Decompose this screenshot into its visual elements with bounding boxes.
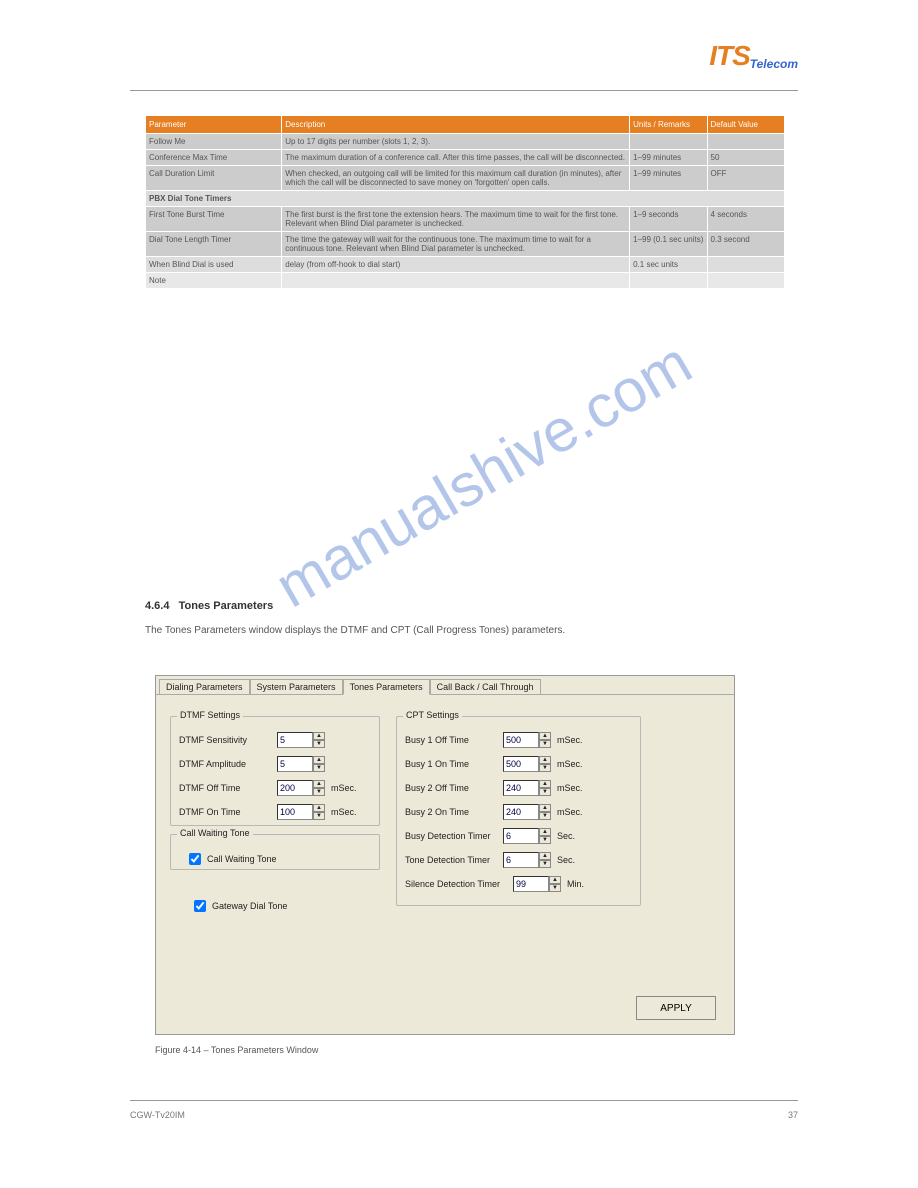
call-waiting-group: Call Waiting Tone Call Waiting Tone — [170, 834, 380, 870]
tone-det-input[interactable] — [503, 852, 539, 868]
th-default: Default Value — [708, 116, 784, 133]
tab-dialing[interactable]: Dialing Parameters — [159, 679, 250, 694]
spin-down-icon[interactable]: ▼ — [539, 812, 551, 820]
spin-down-icon[interactable]: ▼ — [539, 788, 551, 796]
th-description: Description — [282, 116, 629, 133]
table-row: Conference Max Time The maximum duration… — [146, 150, 784, 165]
spin-down-icon[interactable]: ▼ — [313, 788, 325, 796]
table-header-row: Parameter Description Units / Remarks De… — [146, 116, 784, 133]
tones-parameters-panel: Dialing Parameters System Parameters Ton… — [155, 675, 735, 1035]
dtmf-sensitivity-row: DTMF Sensitivity ▲▼ — [179, 731, 371, 749]
spin-down-icon[interactable]: ▼ — [539, 860, 551, 868]
dtmf-settings-group: DTMF Settings DTMF Sensitivity ▲▼ DTMF A… — [170, 716, 380, 826]
spin-up-icon[interactable]: ▲ — [313, 756, 325, 764]
gateway-dialtone-label: Gateway Dial Tone — [212, 901, 287, 911]
tab-strip: Dialing Parameters System Parameters Ton… — [156, 676, 734, 695]
figure-caption: Figure 4-14 – Tones Parameters Window — [155, 1045, 318, 1055]
table-row: Note — [146, 273, 784, 288]
spin-up-icon[interactable]: ▲ — [549, 876, 561, 884]
spin-up-icon[interactable]: ▲ — [539, 828, 551, 836]
busy-det-input[interactable] — [503, 828, 539, 844]
logo-its: ITS — [709, 40, 750, 71]
watermark: manualshive.com — [264, 328, 703, 621]
spin-up-icon[interactable]: ▲ — [539, 804, 551, 812]
th-units: Units / Remarks — [630, 116, 706, 133]
table-row: First Tone Burst Time The first burst is… — [146, 207, 784, 231]
busy1-off-input[interactable] — [503, 732, 539, 748]
spin-up-icon[interactable]: ▲ — [539, 732, 551, 740]
busy2-off-input[interactable] — [503, 780, 539, 796]
dtmf-off-row: DTMF Off Time ▲▼ mSec. — [179, 779, 371, 797]
dtmf-on-row: DTMF On Time ▲▼ mSec. — [179, 803, 371, 821]
dtmf-settings-label: DTMF Settings — [177, 710, 243, 720]
dtmf-sensitivity-input[interactable] — [277, 732, 313, 748]
table-row: Dial Tone Length Timer The time the gate… — [146, 232, 784, 256]
divider-bottom — [130, 1100, 798, 1101]
dtmf-amplitude-row: DTMF Amplitude ▲▼ — [179, 755, 371, 773]
table-row: Follow Me Up to 17 digits per number (sl… — [146, 134, 784, 149]
section-description: The Tones Parameters window displays the… — [145, 625, 745, 636]
spin-up-icon[interactable]: ▲ — [539, 780, 551, 788]
parameters-table: Parameter Description Units / Remarks De… — [145, 115, 785, 289]
spin-up-icon[interactable]: ▲ — [539, 756, 551, 764]
th-parameter: Parameter — [146, 116, 281, 133]
cwt-check-label: Call Waiting Tone — [207, 854, 277, 864]
apply-button[interactable]: APPLY — [636, 996, 716, 1020]
spin-down-icon[interactable]: ▼ — [539, 764, 551, 772]
spin-up-icon[interactable]: ▲ — [313, 732, 325, 740]
spin-down-icon[interactable]: ▼ — [313, 764, 325, 772]
table-row: When Blind Dial is used delay (from off-… — [146, 257, 784, 272]
logo-telecom: Telecom — [750, 57, 798, 71]
cpt-settings-group: CPT Settings Busy 1 Off Time▲▼mSec. Busy… — [396, 716, 641, 906]
footer-left: CGW-Tv20IM — [130, 1110, 185, 1120]
table-section-row: PBX Dial Tone Timers — [146, 191, 784, 206]
spin-up-icon[interactable]: ▲ — [539, 852, 551, 860]
spin-down-icon[interactable]: ▼ — [313, 812, 325, 820]
cwt-label: Call Waiting Tone — [177, 828, 253, 838]
dtmf-amplitude-input[interactable] — [277, 756, 313, 772]
busy1-on-input[interactable] — [503, 756, 539, 772]
busy2-on-input[interactable] — [503, 804, 539, 820]
gateway-dialtone-checkbox[interactable] — [194, 900, 206, 912]
table-row: Call Duration Limit When checked, an out… — [146, 166, 784, 190]
tab-tones[interactable]: Tones Parameters — [343, 679, 430, 695]
dtmf-off-input[interactable] — [277, 780, 313, 796]
spin-down-icon[interactable]: ▼ — [539, 836, 551, 844]
tab-system[interactable]: System Parameters — [250, 679, 343, 694]
spin-down-icon[interactable]: ▼ — [549, 884, 561, 892]
logo: ITSTelecom — [709, 40, 798, 72]
cpt-label: CPT Settings — [403, 710, 462, 720]
spin-up-icon[interactable]: ▲ — [313, 804, 325, 812]
silence-det-input[interactable] — [513, 876, 549, 892]
dtmf-on-input[interactable] — [277, 804, 313, 820]
tab-callback[interactable]: Call Back / Call Through — [430, 679, 541, 694]
spin-up-icon[interactable]: ▲ — [313, 780, 325, 788]
spin-down-icon[interactable]: ▼ — [313, 740, 325, 748]
cwt-checkbox[interactable] — [189, 853, 201, 865]
footer-right: 37 — [788, 1110, 798, 1120]
spin-down-icon[interactable]: ▼ — [539, 740, 551, 748]
divider-top — [130, 90, 798, 91]
section-heading: 4.6.4 Tones Parameters — [145, 600, 273, 612]
